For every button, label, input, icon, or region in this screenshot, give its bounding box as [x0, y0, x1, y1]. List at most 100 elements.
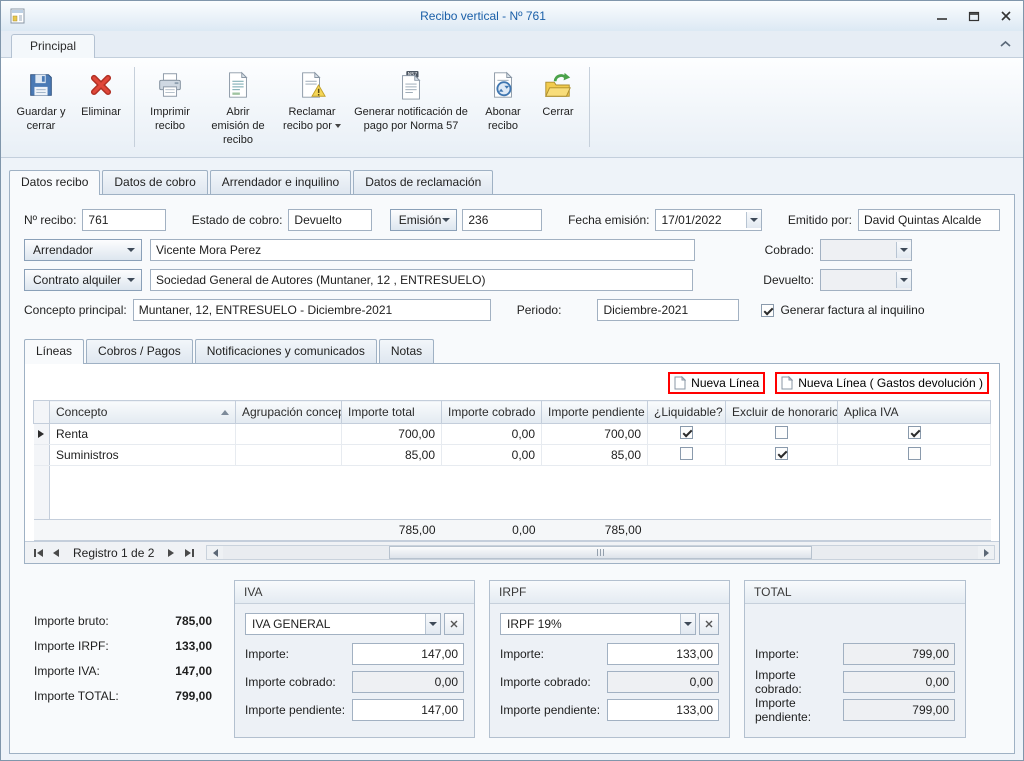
tab-cobros-pagos[interactable]: Cobros / Pagos: [86, 339, 193, 363]
col-concepto[interactable]: Concepto: [50, 401, 236, 424]
print-receipt-button[interactable]: Imprimir recibo: [140, 63, 200, 151]
aplica-iva-checkbox[interactable]: [908, 447, 921, 460]
emision-num-field[interactable]: 236: [462, 209, 542, 231]
ribbon-collapse-icon[interactable]: [1000, 37, 1011, 51]
nav-next-button[interactable]: [162, 545, 180, 561]
col-aplica-iva[interactable]: Aplica IVA: [838, 401, 991, 424]
highlight-box: Nueva Línea: [668, 372, 765, 394]
summary-left: Importe bruto:785,00 Importe IRPF:133,00…: [24, 580, 220, 714]
aplica-iva-checkbox[interactable]: [908, 426, 921, 439]
lineas-panel: Nueva Línea Nueva Línea ( Gastos devoluc…: [24, 363, 1000, 564]
nav-last-button[interactable]: [180, 545, 198, 561]
liquidable-checkbox[interactable]: [680, 447, 693, 460]
printer-icon: [155, 67, 185, 103]
minimize-icon[interactable]: [933, 7, 951, 25]
restore-icon[interactable]: [965, 7, 983, 25]
col-agrupacion[interactable]: Agrupación concepto: [236, 401, 342, 424]
date-dropdown-icon[interactable]: [746, 212, 761, 228]
iva-combo[interactable]: IVA GENERAL: [245, 613, 441, 635]
app-window: Recibo vertical - Nº 761 Principal Guard…: [0, 0, 1024, 761]
table-row[interactable]: Renta 700,00 0,00 700,00: [34, 424, 991, 445]
save-icon: [26, 67, 56, 103]
scrollbar-thumb[interactable]: [389, 546, 812, 559]
table-row[interactable]: Suministros 85,00 0,00 85,00: [34, 445, 991, 466]
col-importe-cobrado[interactable]: Importe cobrado: [442, 401, 542, 424]
claim-receipt-button[interactable]: Reclamar recibo por: [276, 63, 348, 151]
estado-cobro-field[interactable]: Devuelto: [288, 209, 371, 231]
col-liquidable[interactable]: ¿Liquidable?: [648, 401, 726, 424]
periodo-field[interactable]: Diciembre-2021: [597, 299, 739, 321]
emision-combo[interactable]: Emisión: [390, 209, 458, 231]
emitido-por-field[interactable]: David Quintas Alcalde: [858, 209, 1000, 231]
irpf-combo[interactable]: IRPF 19%: [500, 613, 696, 635]
contrato-field[interactable]: Sociedad General de Autores (Muntaner, 1…: [150, 269, 693, 291]
irpf-pendiente-field[interactable]: 133,00: [607, 699, 719, 721]
norma57-notification-button[interactable]: N57 Generar notificación de pago por Nor…: [348, 63, 474, 151]
datos-recibo-panel: Nº recibo: 761 Estado de cobro: Devuelto…: [9, 194, 1015, 754]
irpf-cobrado-field: 0,00: [607, 671, 719, 693]
close-form-icon: [543, 67, 573, 103]
highlight-box: Nueva Línea ( Gastos devolución ): [775, 372, 989, 394]
irpf-groupbox: IRPF IRPF 19% Importe:133,00 Importe cob…: [489, 580, 730, 738]
nueva-linea-gastos-button[interactable]: Nueva Línea ( Gastos devolución ): [781, 376, 983, 390]
save-close-button[interactable]: Guardar y cerrar: [9, 63, 73, 151]
tab-datos-recibo[interactable]: Datos recibo: [9, 170, 100, 195]
claim-receipt-icon: [297, 67, 327, 103]
iva-pendiente-field[interactable]: 147,00: [352, 699, 464, 721]
summary-section: Importe bruto:785,00 Importe IRPF:133,00…: [24, 580, 1000, 738]
iva-groupbox: IVA IVA GENERAL Importe:147,00 Importe c…: [234, 580, 475, 738]
arrendador-field[interactable]: Vicente Mora Perez: [150, 239, 695, 261]
irpf-importe-field[interactable]: 133,00: [607, 643, 719, 665]
total-cobrado-field: 0,00: [843, 671, 955, 693]
tab-arrendador-inquilino[interactable]: Arrendador e inquilino: [210, 170, 351, 194]
cobrado-label: Cobrado:: [765, 243, 814, 257]
nueva-linea-button[interactable]: Nueva Línea: [674, 376, 759, 390]
cobrado-dropdown-icon: [896, 242, 911, 258]
irpf-clear-icon[interactable]: [699, 613, 719, 635]
credit-receipt-button[interactable]: Abonar recibo: [474, 63, 532, 151]
excluir-honorarios-checkbox[interactable]: [775, 426, 788, 439]
fecha-emision-field[interactable]: 17/01/2022: [655, 209, 761, 231]
delete-button[interactable]: Eliminar: [73, 63, 129, 151]
new-doc-icon: [781, 376, 793, 390]
iva-importe-field[interactable]: 147,00: [352, 643, 464, 665]
grid-navigator-bar: Registro 1 de 2: [25, 541, 999, 563]
credit-receipt-icon: [488, 67, 518, 103]
col-excluir-honorarios[interactable]: Excluir de honorarios: [726, 401, 838, 424]
generar-factura-checkbox[interactable]: [761, 304, 774, 317]
liquidable-checkbox[interactable]: [680, 426, 693, 439]
scrollbar-track[interactable]: [223, 546, 978, 559]
current-row-marker: [38, 430, 44, 438]
num-recibo-field[interactable]: 761: [82, 209, 165, 231]
total-pendiente-field: 799,00: [843, 699, 955, 721]
scroll-right-icon[interactable]: [978, 546, 994, 559]
tab-notas[interactable]: Notas: [379, 339, 434, 363]
tab-datos-cobro[interactable]: Datos de cobro: [102, 170, 207, 194]
iva-cobrado-field: 0,00: [352, 671, 464, 693]
horizontal-scrollbar[interactable]: [206, 545, 995, 560]
iva-clear-icon[interactable]: [444, 613, 464, 635]
importe-total-label: Importe TOTAL:: [34, 689, 119, 703]
irpf-combo-arrow-icon[interactable]: [680, 614, 695, 634]
tab-principal[interactable]: Principal: [11, 34, 95, 58]
iva-combo-arrow-icon[interactable]: [425, 614, 440, 634]
contrato-alquiler-combo[interactable]: Contrato alquiler: [24, 269, 142, 291]
ribbon-tab-strip: Principal: [1, 31, 1023, 58]
col-importe-total[interactable]: Importe total: [342, 401, 442, 424]
excluir-honorarios-checkbox[interactable]: [775, 447, 788, 460]
tab-notificaciones[interactable]: Notificaciones y comunicados: [195, 339, 377, 363]
total-groupbox: TOTAL Importe:799,00 Importe cobrado:0,0…: [744, 580, 966, 738]
scroll-left-icon[interactable]: [207, 546, 223, 559]
concepto-principal-field[interactable]: Muntaner, 12, ENTRESUELO - Diciembre-202…: [133, 299, 491, 321]
open-emission-button[interactable]: Abrir emisión de recibo: [200, 63, 276, 151]
tab-datos-reclamacion[interactable]: Datos de reclamación: [353, 170, 493, 194]
col-importe-pendiente[interactable]: Importe pendiente: [542, 401, 648, 424]
close-window-icon[interactable]: [997, 7, 1015, 25]
tab-lineas[interactable]: Líneas: [24, 339, 84, 364]
arrendador-combo[interactable]: Arrendador: [24, 239, 142, 261]
dropdown-arrow-icon: [335, 124, 341, 128]
nav-prev-button[interactable]: [47, 545, 65, 561]
importe-iva-label: Importe IVA:: [34, 664, 100, 678]
nav-first-button[interactable]: [29, 545, 47, 561]
close-form-button[interactable]: Cerrar: [532, 63, 584, 151]
